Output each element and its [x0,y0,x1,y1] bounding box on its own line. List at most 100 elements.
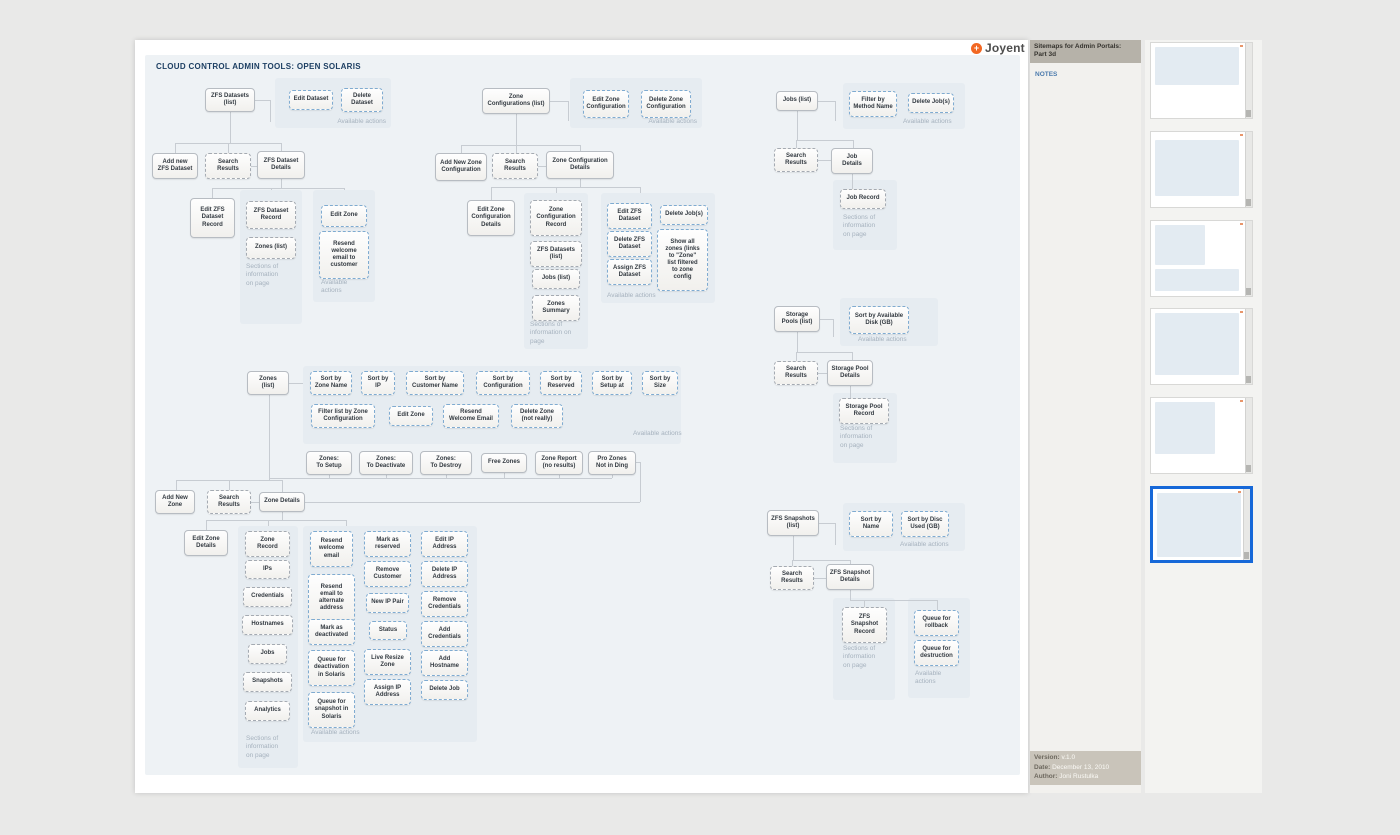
thumbnail-scrollbar[interactable] [1245,309,1252,384]
connector-line [504,473,505,478]
thumbnail-preview [1151,221,1245,296]
diagram-node-zfs-dataset-details: ZFS Dataset Details [257,151,305,179]
thumbnail-scrollbar[interactable] [1245,398,1252,473]
author-value: Joni Rustulka [1059,773,1099,781]
page-thumbnail-3[interactable] [1150,220,1253,297]
connector-line [819,523,835,524]
diagram-node-job-details: Job Details [831,148,873,174]
connector-line [212,188,345,189]
diagram-node-mark-as-deactivated: Mark as deactivated [308,619,355,645]
thumbnail-scrollbar-thumb[interactable] [1246,110,1251,117]
diagram-node-credentials: Credentials [243,587,292,607]
diagram-node-search-results: Search Results [770,566,814,590]
connector-line [491,187,492,200]
thumbnail-scrollbar-thumb[interactable] [1246,288,1251,295]
diagram-node-filter-list-by-zone-configuration: Filter list by Zone Configuration [311,404,375,428]
connector-line [230,112,231,143]
thumbnail-scrollbar-thumb[interactable] [1246,465,1251,472]
connector-line [797,332,798,352]
thumbnail-diagram-block [1155,225,1205,265]
diagram-node-resend-welcome-email: Resend Welcome Email [443,404,499,428]
connector-line [814,578,826,579]
diagram-node-analytics: Analytics [245,701,290,721]
diagram-node-zones-list: Zones (list) [246,237,296,259]
page-thumbnail-2[interactable] [1150,131,1253,208]
thumbnail-logo-mark [1240,134,1243,136]
diagram-node-resend-welcome-email-to-customer: Resend welcome email to customer [319,231,369,279]
connector-line [269,395,270,480]
diagram-node-zfs-snapshot-record: ZFS Snapshot Record [842,607,887,643]
diagram-node-show-all-zones-links-to-zone-list-filtered: Show all zones (links to "Zone" list fil… [657,229,708,291]
diagram-node-storage-pool-record: Storage Pool Record [839,398,889,424]
connector-line [461,145,462,153]
diagram-node-edit-zone: Edit Zone [389,406,433,426]
diagram-annotation: Sections of information on page [840,425,873,449]
diagram-node-assign-ip-address: Assign IP Address [364,679,411,705]
diagram-annotation: Available actions [311,729,360,736]
diagram-node-delete-zone-configuration: Delete Zone Configuration [641,90,691,118]
diagram-node-zones-to-deactivate: Zones: To Deactivate [359,451,413,475]
thumbnail-scrollbar[interactable] [1245,132,1252,207]
connector-line [269,478,612,479]
diagram-annotation: Available actions [858,336,907,343]
thumbnail-diagram-block [1155,47,1239,85]
diagram-node-jobs: Jobs [248,644,287,664]
thumbnail-diagram-block [1155,269,1239,291]
diagram-node-delete-job-s: Delete Job(s) [908,93,954,113]
diagram-node-add-hostname: Add Hostname [421,650,468,676]
thumbnail-diagram-block [1157,493,1241,557]
connector-line [305,502,640,503]
diagram-node-remove-customer: Remove Customer [364,561,411,587]
diagram-node-zone-details: Zone Details [259,492,305,512]
connector-line [640,462,641,502]
connector-line [282,512,283,520]
diagram-node-delete-ip-address: Delete IP Address [421,561,468,587]
diagram-node-search-results: Search Results [492,153,538,179]
connector-line [176,480,177,490]
diagram-node-edit-zfs-dataset-record: Edit ZFS Dataset Record [190,198,235,238]
diagram-annotation: Sections of information on page [246,263,279,287]
connector-line [271,188,272,190]
diagram-node-delete-zone-not-really: Delete Zone (not really) [511,404,563,428]
diagram-node-add-new-zone-configuration: Add New Zone Configuration [435,153,487,181]
connector-line [835,523,836,545]
connector-line [346,520,347,526]
page-thumbnail-4[interactable] [1150,308,1253,385]
diagram-node-ips: IPs [245,560,290,579]
diagram-node-edit-zfs-dataset: Edit ZFS Dataset [607,203,652,229]
connector-line [580,179,581,187]
diagram-node-search-results: Search Results [207,490,251,514]
thumbnail-scrollbar-thumb[interactable] [1246,376,1251,383]
diagram-node-zfs-snapshot-details: ZFS Snapshot Details [826,564,874,590]
diagram-node-add-new-zfs-dataset: Add new ZFS Dataset [152,153,198,179]
diagram-node-sort-by-zone-name: Sort by Zone Name [310,371,352,395]
connector-line [818,160,831,161]
connector-line [228,143,229,153]
connector-line [852,174,853,189]
thumbnail-scrollbar-thumb[interactable] [1246,199,1251,206]
diagram-node-zones-to-setup: Zones: To Setup [306,451,352,475]
thumbnail-diagram-block [1155,140,1239,196]
connector-line [818,101,835,102]
thumbnail-logo-mark [1240,45,1243,47]
thumbnail-logo-mark [1240,400,1243,402]
thumbnail-scrollbar[interactable] [1243,489,1250,560]
diagram-node-pro-zones-not-in-ding: Pro Zones Not in Ding [588,451,636,475]
thumbnail-scrollbar[interactable] [1245,43,1252,118]
diagram-node-add-new-zone: Add New Zone [155,490,195,514]
diagram-annotation: Available actions [321,279,348,295]
connector-line [835,101,836,121]
page-thumbnail-5[interactable] [1150,397,1253,474]
connector-line [792,560,850,561]
diagram-node-sort-by-name: Sort by Name [849,511,893,537]
thumbnail-diagram-block [1155,402,1215,454]
diagram-annotation: Available actions [337,118,386,125]
notes-label: NOTES [1035,71,1058,79]
thumbnail-scrollbar[interactable] [1245,221,1252,296]
diagram-node-storage-pool-details: Storage Pool Details [827,360,873,386]
page-thumbnail-1[interactable] [1150,42,1253,119]
page-thumbnail-6[interactable] [1150,486,1253,563]
thumbnail-scrollbar-thumb[interactable] [1244,552,1249,559]
diagram-node-delete-job-s: Delete Job(s) [660,205,708,225]
connector-line [175,143,176,153]
